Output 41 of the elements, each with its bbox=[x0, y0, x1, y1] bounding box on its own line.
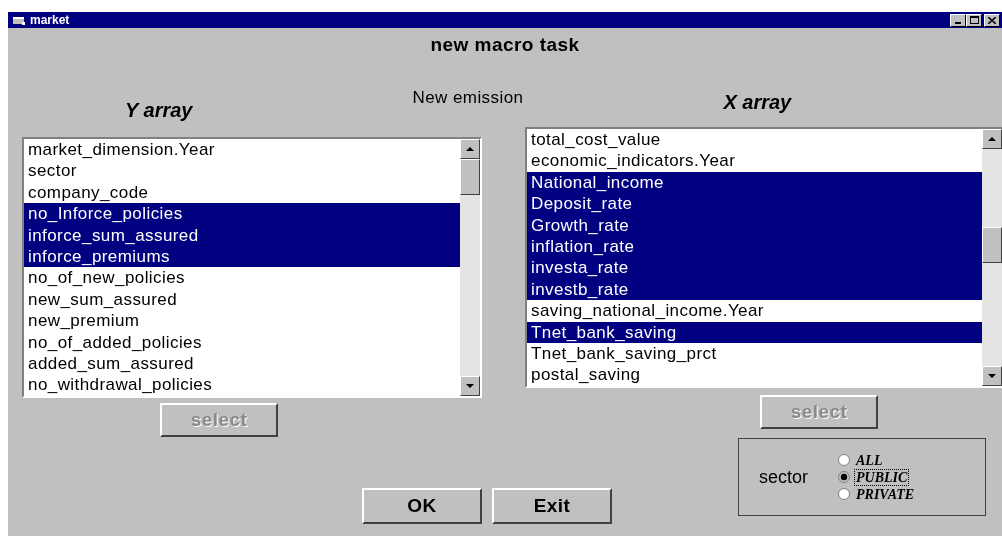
list-item[interactable]: no_Inforce_policies bbox=[24, 203, 460, 225]
scroll-up-button[interactable] bbox=[460, 139, 480, 159]
list-item[interactable]: Tnet_bank_saving bbox=[527, 321, 982, 343]
new-emission-label: New emission bbox=[412, 87, 524, 109]
maximize-icon bbox=[969, 16, 979, 24]
down-arrow-icon bbox=[466, 384, 474, 388]
close-button[interactable] bbox=[984, 13, 1000, 27]
x-array-list[interactable] bbox=[525, 127, 1002, 388]
list-item[interactable]: investa_rate bbox=[527, 257, 982, 279]
list-item[interactable]: inforce_premiums bbox=[24, 245, 460, 268]
y-array-label: Y array bbox=[125, 98, 193, 123]
scroll-up-button[interactable] bbox=[982, 129, 1002, 149]
scrollbar[interactable] bbox=[460, 139, 480, 396]
maximize-button[interactable] bbox=[966, 13, 982, 27]
dialog-button[interactable]: Exit bbox=[492, 488, 612, 524]
list-item[interactable]: investb_rate bbox=[527, 278, 982, 301]
minimize-button[interactable] bbox=[950, 13, 966, 27]
scroll-down-button[interactable] bbox=[982, 366, 1002, 386]
scroll-thumb[interactable] bbox=[982, 227, 1002, 263]
minimize-icon bbox=[955, 21, 961, 24]
close-icon bbox=[988, 16, 996, 24]
up-arrow-icon bbox=[988, 137, 996, 141]
window-title: market bbox=[30, 12, 70, 29]
sector-label: sector bbox=[759, 465, 809, 489]
radio-option[interactable]: ALL bbox=[838, 451, 917, 469]
x-array-label: X array bbox=[723, 90, 792, 115]
dialog-button[interactable]: OK bbox=[362, 488, 482, 524]
list-item[interactable]: inforce_sum_assured bbox=[24, 224, 460, 246]
window-icon bbox=[12, 14, 26, 26]
scroll-down-button[interactable] bbox=[460, 376, 480, 396]
list-item[interactable]: Growth_rate bbox=[527, 214, 982, 236]
list-item[interactable]: Deposit_rate bbox=[527, 193, 982, 215]
dialog-heading: new macro task bbox=[430, 32, 580, 57]
list-item[interactable]: National_income bbox=[527, 171, 982, 194]
scroll-thumb[interactable] bbox=[460, 159, 480, 195]
scrollbar[interactable] bbox=[982, 129, 1002, 386]
list-item[interactable]: inflation_rate bbox=[527, 235, 982, 258]
up-arrow-icon bbox=[466, 147, 474, 151]
radio-option[interactable]: PRIVATE bbox=[838, 485, 917, 503]
down-arrow-icon bbox=[988, 374, 996, 378]
y-array-list[interactable] bbox=[22, 137, 482, 398]
